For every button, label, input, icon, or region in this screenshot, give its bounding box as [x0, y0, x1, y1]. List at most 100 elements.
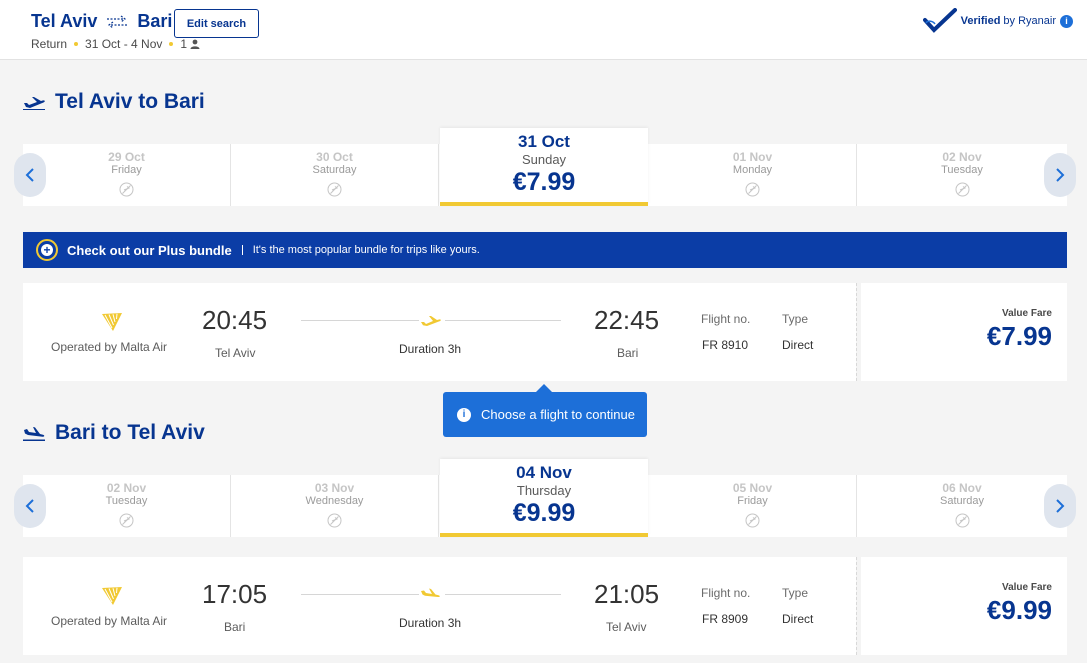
fare-selector[interactable]: Value Fare €9.99: [861, 557, 1067, 655]
plane-landing-icon: [421, 588, 440, 598]
no-flights-icon: [119, 182, 134, 197]
outbound-section-title: Tel Aviv to Bari: [23, 90, 205, 114]
date-label: 02 Nov: [106, 481, 147, 495]
date-label: 31 Oct: [518, 132, 570, 151]
arrival-city: Bari: [617, 346, 639, 360]
no-flights-icon: [327, 182, 342, 197]
selected-indicator: [440, 202, 648, 206]
flight-number-label: Flight no.: [701, 586, 751, 600]
previous-dates-button[interactable]: [14, 153, 46, 197]
separator-dot: [169, 42, 174, 46]
next-dates-button[interactable]: [1044, 484, 1076, 528]
tooltip-text: Choose a flight to continue: [481, 407, 635, 422]
date-option[interactable]: 30 Oct Saturday: [231, 144, 439, 206]
weekday-label: Saturday: [312, 164, 357, 176]
outbound-flight-card[interactable]: Operated by Malta Air 20:45 Tel Aviv Dur…: [23, 283, 1067, 381]
trip-meta: Return 31 Oct - 4 Nov 1: [31, 37, 200, 51]
selected-indicator: [440, 533, 648, 537]
choose-flight-tooltip: i Choose a flight to continue: [443, 384, 647, 437]
date-price: €7.99: [512, 168, 576, 196]
flight-number-label: Flight no.: [701, 312, 751, 326]
separator-dot: [74, 42, 79, 46]
weekday-label: Tuesday: [941, 164, 983, 176]
inbound-section-title: Bari to Tel Aviv: [23, 421, 205, 445]
verified-label: Verified: [960, 15, 1001, 27]
fare-type-label: Value Fare: [1001, 308, 1052, 319]
origin-city: Tel Aviv: [31, 11, 98, 31]
flight-duration: Duration 3h: [399, 342, 462, 356]
fare-price: €7.99: [986, 321, 1052, 351]
fare-selector[interactable]: Value Fare €7.99: [861, 283, 1067, 381]
route-line: [445, 320, 561, 321]
verified-check-icon: [922, 8, 957, 33]
arrival-time: 22:45: [594, 305, 660, 335]
flight-type-label: Type: [782, 312, 809, 326]
flight-details[interactable]: Operated by Malta Air 17:05 Bari Duratio…: [23, 557, 856, 655]
date-option[interactable]: 03 Nov Wednesday: [231, 475, 439, 537]
date-option[interactable]: 01 Nov Monday: [649, 144, 857, 206]
operated-by: Operated by Malta Air: [51, 614, 168, 628]
destination-city: Bari: [137, 11, 173, 31]
plane-landing-icon: [23, 427, 45, 441]
date-option[interactable]: 02 Nov Tuesday: [858, 144, 1066, 206]
weekday-label: Wednesday: [305, 495, 364, 507]
date-label: 03 Nov: [314, 481, 355, 495]
departure-time: 17:05: [202, 579, 268, 609]
flight-number: FR 8909: [702, 612, 749, 626]
weekday-label: Thursday: [516, 483, 572, 498]
date-label: 01 Nov: [732, 150, 773, 164]
chevron-right-icon: [1056, 499, 1065, 513]
date-price: €9.99: [512, 499, 576, 527]
fare-price: €9.99: [986, 595, 1052, 625]
promo-title: Check out our Plus bundle: [67, 242, 232, 258]
previous-dates-button[interactable]: [14, 484, 46, 528]
plus-icon: +: [36, 239, 58, 261]
info-icon[interactable]: i: [1060, 14, 1073, 28]
flight-type: Direct: [782, 612, 814, 626]
weekday-label: Friday: [737, 495, 768, 507]
date-option-selected[interactable]: 04 Nov Thursday €9.99: [440, 459, 648, 537]
fare-type-label: Value Fare: [1001, 582, 1052, 593]
route-line: [301, 594, 419, 595]
date-option-selected[interactable]: 31 Oct Sunday €7.99: [440, 128, 648, 206]
ryanair-harp-logo: [102, 313, 122, 331]
chevron-right-icon: [1056, 168, 1065, 182]
no-flights-icon: [745, 513, 760, 528]
verified-by: by Ryanair: [1003, 15, 1056, 27]
date-option[interactable]: 06 Nov Saturday: [858, 475, 1066, 537]
chevron-left-icon: [25, 499, 34, 513]
next-dates-button[interactable]: [1044, 153, 1076, 197]
date-option[interactable]: 02 Nov Tuesday: [23, 475, 231, 537]
no-flights-icon: [119, 513, 134, 528]
inbound-flight-card[interactable]: Operated by Malta Air 17:05 Bari Duratio…: [23, 557, 1067, 655]
arrival-city: Tel Aviv: [606, 620, 647, 634]
trip-dates: 31 Oct - 4 Nov: [85, 37, 163, 51]
date-label: 06 Nov: [942, 481, 982, 495]
flight-duration: Duration 3h: [399, 616, 462, 630]
weekday-label: Tuesday: [105, 495, 148, 507]
trip-type: Return: [31, 37, 68, 51]
plane-takeoff-icon: [421, 316, 441, 326]
weekday-label: Sunday: [521, 152, 567, 167]
edit-search-button[interactable]: Edit search: [174, 9, 259, 38]
promo-text: It's the most popular bundle for trips l…: [252, 244, 480, 256]
plane-takeoff-icon: [23, 97, 45, 110]
route-title: Tel Aviv Bari: [31, 11, 172, 32]
outbound-title: Tel Aviv to Bari: [55, 90, 205, 113]
plus-bundle-banner[interactable]: + Check out our Plus bundle It's the mos…: [23, 232, 1067, 268]
date-label: 29 Oct: [108, 150, 145, 164]
route-line: [445, 594, 561, 595]
flight-type-label: Type: [782, 586, 809, 600]
date-option[interactable]: 05 Nov Friday: [649, 475, 857, 537]
chevron-left-icon: [25, 168, 34, 182]
flight-details[interactable]: Operated by Malta Air 20:45 Tel Aviv Dur…: [23, 283, 856, 381]
date-label: 05 Nov: [732, 481, 773, 495]
date-label: 04 Nov: [516, 463, 572, 482]
no-flights-icon: [327, 513, 342, 528]
person-icon: [190, 39, 200, 49]
weekday-label: Monday: [732, 164, 773, 176]
date-label: 02 Nov: [942, 150, 982, 164]
date-option[interactable]: 29 Oct Friday: [23, 144, 231, 206]
departure-time: 20:45: [202, 305, 268, 335]
inbound-title: Bari to Tel Aviv: [55, 421, 205, 444]
